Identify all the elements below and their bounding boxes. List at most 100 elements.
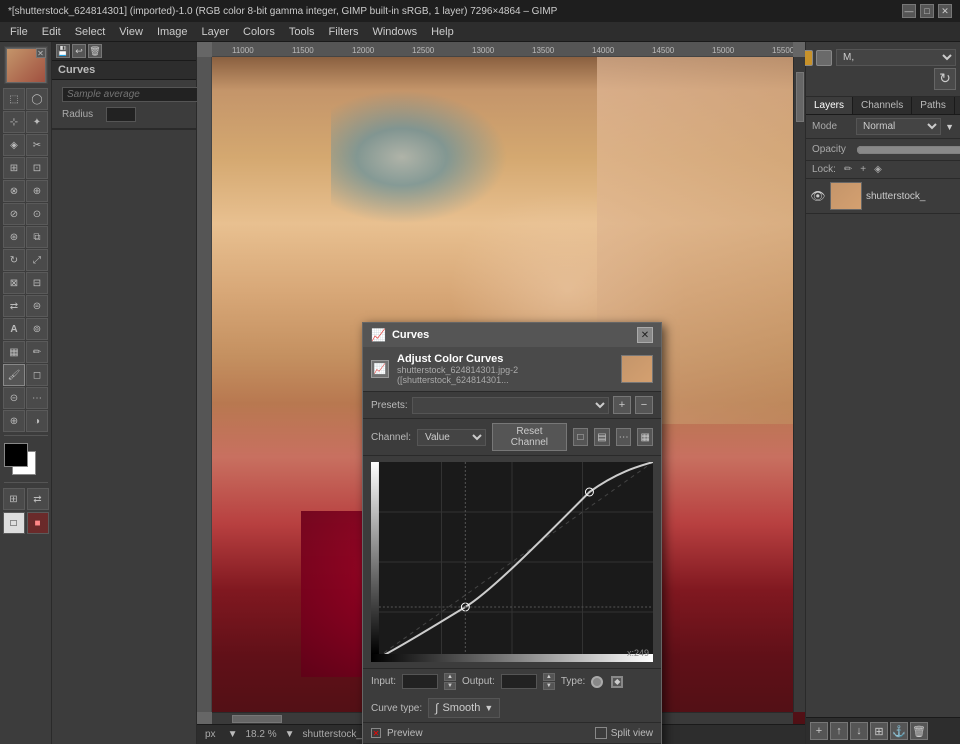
- minimize-button[interactable]: —: [902, 4, 916, 18]
- duplicate-layer-button[interactable]: ⊞: [870, 722, 888, 740]
- tool-free-select[interactable]: ⊹: [3, 111, 25, 133]
- tool-fuzzy-select[interactable]: ✦: [26, 111, 48, 133]
- tab-channels[interactable]: Channels: [853, 97, 912, 114]
- menu-item-windows[interactable]: Windows: [366, 24, 423, 40]
- tool-ellipse-select[interactable]: ◯: [26, 88, 48, 110]
- tool-text[interactable]: A: [3, 318, 25, 340]
- menu-item-edit[interactable]: Edit: [36, 24, 67, 40]
- menu-item-file[interactable]: File: [4, 24, 34, 40]
- sample-input[interactable]: [62, 87, 206, 102]
- mode-dropdown-icon[interactable]: ▼: [945, 122, 954, 132]
- tool-align[interactable]: ⊙: [26, 203, 48, 225]
- delete-layer-button[interactable]: 🗑: [910, 722, 928, 740]
- curve-type-selector[interactable]: ∫ Smooth ▼: [428, 698, 500, 718]
- tool-measure[interactable]: ⊘: [3, 203, 25, 225]
- right-panel-dropdown[interactable]: M,: [836, 49, 956, 66]
- save-tool-options-icon[interactable]: 💾: [56, 44, 70, 58]
- presets-select[interactable]: [412, 397, 609, 414]
- menu-item-layer[interactable]: Layer: [196, 24, 236, 40]
- output-spin-down[interactable]: ▼: [543, 682, 555, 690]
- tool-scissors[interactable]: ✂: [26, 134, 48, 156]
- tool-ink[interactable]: ⋯: [26, 387, 48, 409]
- edit-channel-icon[interactable]: □: [573, 428, 589, 446]
- raise-layer-button[interactable]: ↑: [830, 722, 848, 740]
- restore-tool-options-icon[interactable]: ↩: [72, 44, 86, 58]
- v-scroll-thumb[interactable]: [796, 72, 804, 122]
- tool-paths[interactable]: ⊡: [26, 157, 48, 179]
- preview-checkbox[interactable]: ✕: [371, 728, 381, 738]
- curves-graph[interactable]: x:249: [371, 462, 653, 662]
- type-radio-smooth[interactable]: ◆: [611, 676, 623, 688]
- menu-item-image[interactable]: Image: [151, 24, 194, 40]
- new-layer-button[interactable]: +: [810, 722, 828, 740]
- curve-type-dropdown-icon[interactable]: ▼: [484, 703, 493, 713]
- delete-tool-options-icon[interactable]: 🗑: [88, 44, 102, 58]
- zoom-dropdown[interactable]: ▼: [228, 729, 238, 740]
- tool-paintbucket[interactable]: ⊚: [26, 318, 48, 340]
- output-value[interactable]: 52: [501, 674, 537, 689]
- close-button[interactable]: ✕: [938, 4, 952, 18]
- tab-layers[interactable]: Layers: [806, 97, 853, 114]
- tool-rotate[interactable]: ↻: [3, 249, 25, 271]
- quick-mask-off[interactable]: □: [3, 512, 25, 534]
- menu-item-view[interactable]: View: [113, 24, 149, 40]
- channel-menu-icon[interactable]: ⋯: [616, 428, 632, 446]
- menu-item-help[interactable]: Help: [425, 24, 460, 40]
- quick-mask-on[interactable]: ■: [27, 512, 49, 534]
- tool-perspective[interactable]: ⊟: [26, 272, 48, 294]
- tool-gradient[interactable]: ▦: [3, 341, 25, 363]
- zoom-dropdown2[interactable]: ▼: [285, 729, 295, 740]
- color-swatch-3[interactable]: [816, 50, 832, 66]
- dialog-close-button[interactable]: ✕: [637, 327, 653, 343]
- tool-dodge-burn[interactable]: ◑: [26, 410, 48, 432]
- type-radio-linear[interactable]: [591, 676, 603, 688]
- tool-select-by-color[interactable]: ◈: [3, 134, 25, 156]
- tool-airbrush[interactable]: ⊝: [3, 387, 25, 409]
- merge-channels-icon[interactable]: ▤: [594, 428, 610, 446]
- tool-eraser[interactable]: ◻: [26, 364, 48, 386]
- anchor-layer-button[interactable]: ⚓: [890, 722, 908, 740]
- h-scroll-thumb[interactable]: [232, 715, 282, 723]
- menu-item-colors[interactable]: Colors: [237, 24, 281, 40]
- menu-item-filters[interactable]: Filters: [323, 24, 365, 40]
- tool-zoom[interactable]: ⊕: [26, 180, 48, 202]
- tool-rectangle-select[interactable]: ⬚: [3, 88, 25, 110]
- close-preview-icon[interactable]: ✕: [36, 48, 46, 58]
- dialog-titlebar[interactable]: 📈 Curves ✕: [363, 323, 661, 347]
- output-spin-up[interactable]: ▲: [543, 673, 555, 681]
- foreground-color-swatch[interactable]: [4, 443, 28, 467]
- tool-flip[interactable]: ⇄: [3, 295, 25, 317]
- channel-options-icon[interactable]: ▦: [637, 428, 653, 446]
- lock-alpha-icon[interactable]: ◈: [874, 164, 882, 175]
- tab-paths[interactable]: Paths: [912, 97, 955, 114]
- lock-position-icon[interactable]: +: [860, 164, 866, 175]
- input-value[interactable]: 64: [402, 674, 438, 689]
- reset-channel-button[interactable]: Reset Channel: [492, 423, 566, 451]
- split-view-checkbox[interactable]: [595, 727, 607, 739]
- quick-swap-colors[interactable]: ⇄: [27, 488, 49, 510]
- tool-color-picker[interactable]: ⊗: [3, 180, 25, 202]
- tool-paintbrush[interactable]: 🖌: [3, 364, 25, 386]
- add-preset-button[interactable]: +: [613, 396, 631, 414]
- delete-preset-button[interactable]: −: [635, 396, 653, 414]
- tool-scale[interactable]: ⤢: [26, 249, 48, 271]
- lower-layer-button[interactable]: ↓: [850, 722, 868, 740]
- canvas-area[interactable]: 11000 11500 12000 12500 13000 13500 1400…: [197, 42, 805, 744]
- menu-item-tools[interactable]: Tools: [283, 24, 321, 40]
- input-spin-down[interactable]: ▼: [444, 682, 456, 690]
- mode-select[interactable]: Normal Multiply Screen Overlay: [856, 118, 941, 135]
- maximize-button[interactable]: □: [920, 4, 934, 18]
- radius-input[interactable]: 3: [106, 107, 136, 122]
- tool-crop[interactable]: ⧉: [26, 226, 48, 248]
- right-panel-refresh-button[interactable]: ↻: [934, 68, 956, 90]
- tool-shear[interactable]: ⊠: [3, 272, 25, 294]
- opacity-slider[interactable]: [856, 144, 960, 156]
- input-spin-up[interactable]: ▲: [444, 673, 456, 681]
- tool-move[interactable]: ⊛: [3, 226, 25, 248]
- tool-pencil[interactable]: ✏: [26, 341, 48, 363]
- vertical-scrollbar[interactable]: [793, 57, 805, 712]
- menu-item-select[interactable]: Select: [69, 24, 112, 40]
- channel-select[interactable]: Value Red Green Blue Alpha: [417, 429, 486, 446]
- tool-foreground-select[interactable]: ⊞: [3, 157, 25, 179]
- lock-pixels-icon[interactable]: ✏: [844, 164, 852, 175]
